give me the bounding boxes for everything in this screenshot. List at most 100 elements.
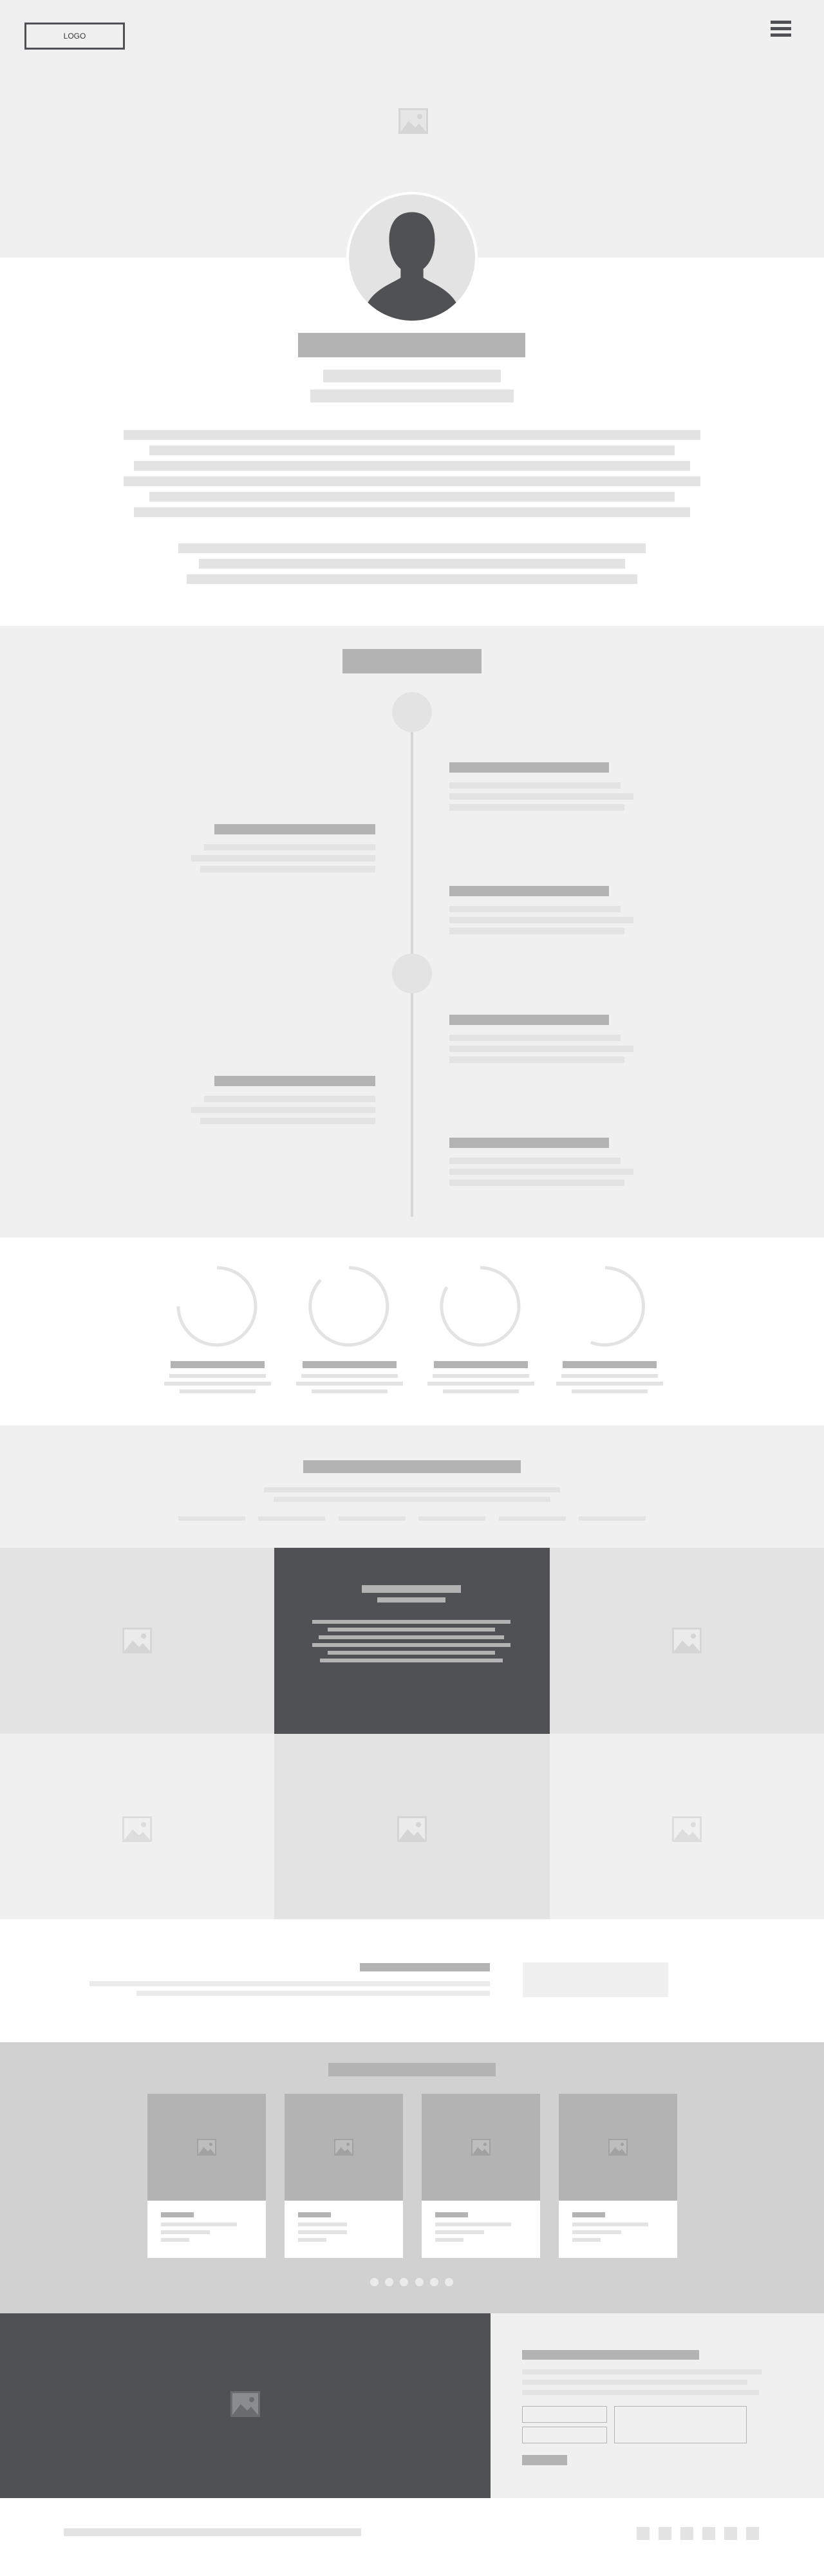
timeline-item-line <box>191 1107 375 1113</box>
filter-tab[interactable] <box>258 1516 325 1521</box>
user-silhouette-icon <box>366 212 458 321</box>
active-tile-title <box>362 1585 461 1593</box>
submit-button[interactable] <box>522 2455 567 2465</box>
image-placeholder-icon <box>608 2139 628 2156</box>
carousel-card[interactable] <box>422 2094 540 2258</box>
skill-line <box>556 1382 663 1386</box>
card-line <box>298 2223 347 2226</box>
skill-line <box>164 1382 271 1386</box>
timeline-item-title <box>214 824 375 834</box>
carousel-card[interactable] <box>559 2094 677 2258</box>
timeline-item-line <box>200 1118 375 1124</box>
logo-box[interactable]: LOGO <box>24 23 125 50</box>
paragraph-line <box>124 430 700 440</box>
timeline-item-line <box>449 1046 633 1052</box>
timeline-item-title <box>449 1015 609 1025</box>
timeline-node <box>392 954 432 993</box>
skill-title <box>563 1361 657 1368</box>
paragraph-line <box>149 492 675 502</box>
filter-tab[interactable] <box>178 1516 245 1521</box>
paragraph-line <box>134 507 690 517</box>
timeline-item-line <box>449 782 621 789</box>
paragraph-line <box>187 574 637 584</box>
portfolio-heading-bar <box>303 1460 521 1473</box>
social-icon[interactable] <box>637 2527 650 2540</box>
social-icon[interactable] <box>702 2527 715 2540</box>
timeline-item-line <box>204 844 375 851</box>
image-placeholder-icon <box>122 1816 152 1842</box>
email-field[interactable] <box>522 2427 607 2443</box>
cta-line <box>136 1991 490 1996</box>
skill-title <box>171 1361 265 1368</box>
card-line <box>435 2238 464 2242</box>
carousel-card[interactable] <box>147 2094 266 2258</box>
image-placeholder-icon <box>672 1628 702 1653</box>
skill-line <box>169 1374 266 1378</box>
contact-line <box>522 2390 759 2395</box>
avatar <box>346 192 478 323</box>
timeline-item-line <box>200 866 375 872</box>
active-tile-line <box>319 1635 504 1639</box>
skill-title <box>303 1361 397 1368</box>
card-title <box>435 2212 468 2217</box>
timeline-item-line <box>449 1169 633 1175</box>
timeline-item-line <box>449 1035 621 1041</box>
active-tile-line <box>320 1659 503 1662</box>
portfolio-header <box>0 1425 824 1548</box>
card-line <box>572 2230 621 2234</box>
image-placeholder-icon <box>471 2139 491 2156</box>
social-icon[interactable] <box>746 2527 759 2540</box>
carousel-dot[interactable] <box>445 2278 453 2286</box>
timeline-item-line <box>449 1180 624 1186</box>
active-tile-line <box>312 1620 510 1624</box>
card-line <box>572 2223 648 2226</box>
card-title <box>298 2212 331 2217</box>
portfolio-subline <box>264 1487 560 1492</box>
skill-line <box>561 1374 658 1378</box>
timeline-item-line <box>191 855 375 861</box>
carousel-dot[interactable] <box>430 2278 438 2286</box>
carousel-dot[interactable] <box>415 2278 424 2286</box>
card-line <box>572 2238 601 2242</box>
carousel-card[interactable] <box>285 2094 403 2258</box>
logo-label: LOGO <box>63 32 86 41</box>
filter-tab[interactable] <box>499 1516 566 1521</box>
carousel-dot[interactable] <box>370 2278 379 2286</box>
card-line <box>161 2223 237 2226</box>
message-field[interactable] <box>614 2406 747 2443</box>
paragraph-line <box>134 461 690 471</box>
active-tile-line <box>312 1643 510 1647</box>
name-field[interactable] <box>522 2406 607 2423</box>
filter-tab[interactable] <box>339 1516 406 1521</box>
timeline-item-line <box>449 1057 624 1063</box>
filter-tab[interactable] <box>579 1516 646 1521</box>
card-title <box>161 2212 194 2217</box>
image-placeholder-icon <box>122 1628 152 1653</box>
skill-line <box>427 1382 534 1386</box>
timeline-item-title <box>214 1076 375 1086</box>
cta-button[interactable] <box>523 1962 668 1997</box>
name-bar <box>298 333 525 357</box>
footer-copyright-bar <box>64 2528 361 2536</box>
timeline-item-title <box>449 1138 609 1148</box>
carousel-dot[interactable] <box>400 2278 408 2286</box>
portfolio-tile-active[interactable] <box>274 1548 550 1734</box>
social-icon[interactable] <box>659 2527 671 2540</box>
filter-tab[interactable] <box>418 1516 485 1521</box>
timeline-node <box>392 692 432 732</box>
image-placeholder-icon <box>230 2391 260 2417</box>
timeline-item-line <box>204 1096 375 1102</box>
active-tile-line <box>328 1628 495 1631</box>
social-icon[interactable] <box>724 2527 737 2540</box>
paragraph-line <box>178 543 646 553</box>
timeline-item-line <box>449 1158 621 1164</box>
carousel-dot[interactable] <box>385 2278 393 2286</box>
hamburger-menu-icon[interactable] <box>771 21 791 37</box>
skill-line <box>433 1374 529 1378</box>
social-icon[interactable] <box>680 2527 693 2540</box>
active-tile-subtitle <box>377 1597 445 1603</box>
skill-progress-ring <box>590 1266 646 1347</box>
timeline-item-line <box>449 928 624 934</box>
skill-line <box>572 1389 648 1393</box>
card-line <box>298 2238 326 2242</box>
